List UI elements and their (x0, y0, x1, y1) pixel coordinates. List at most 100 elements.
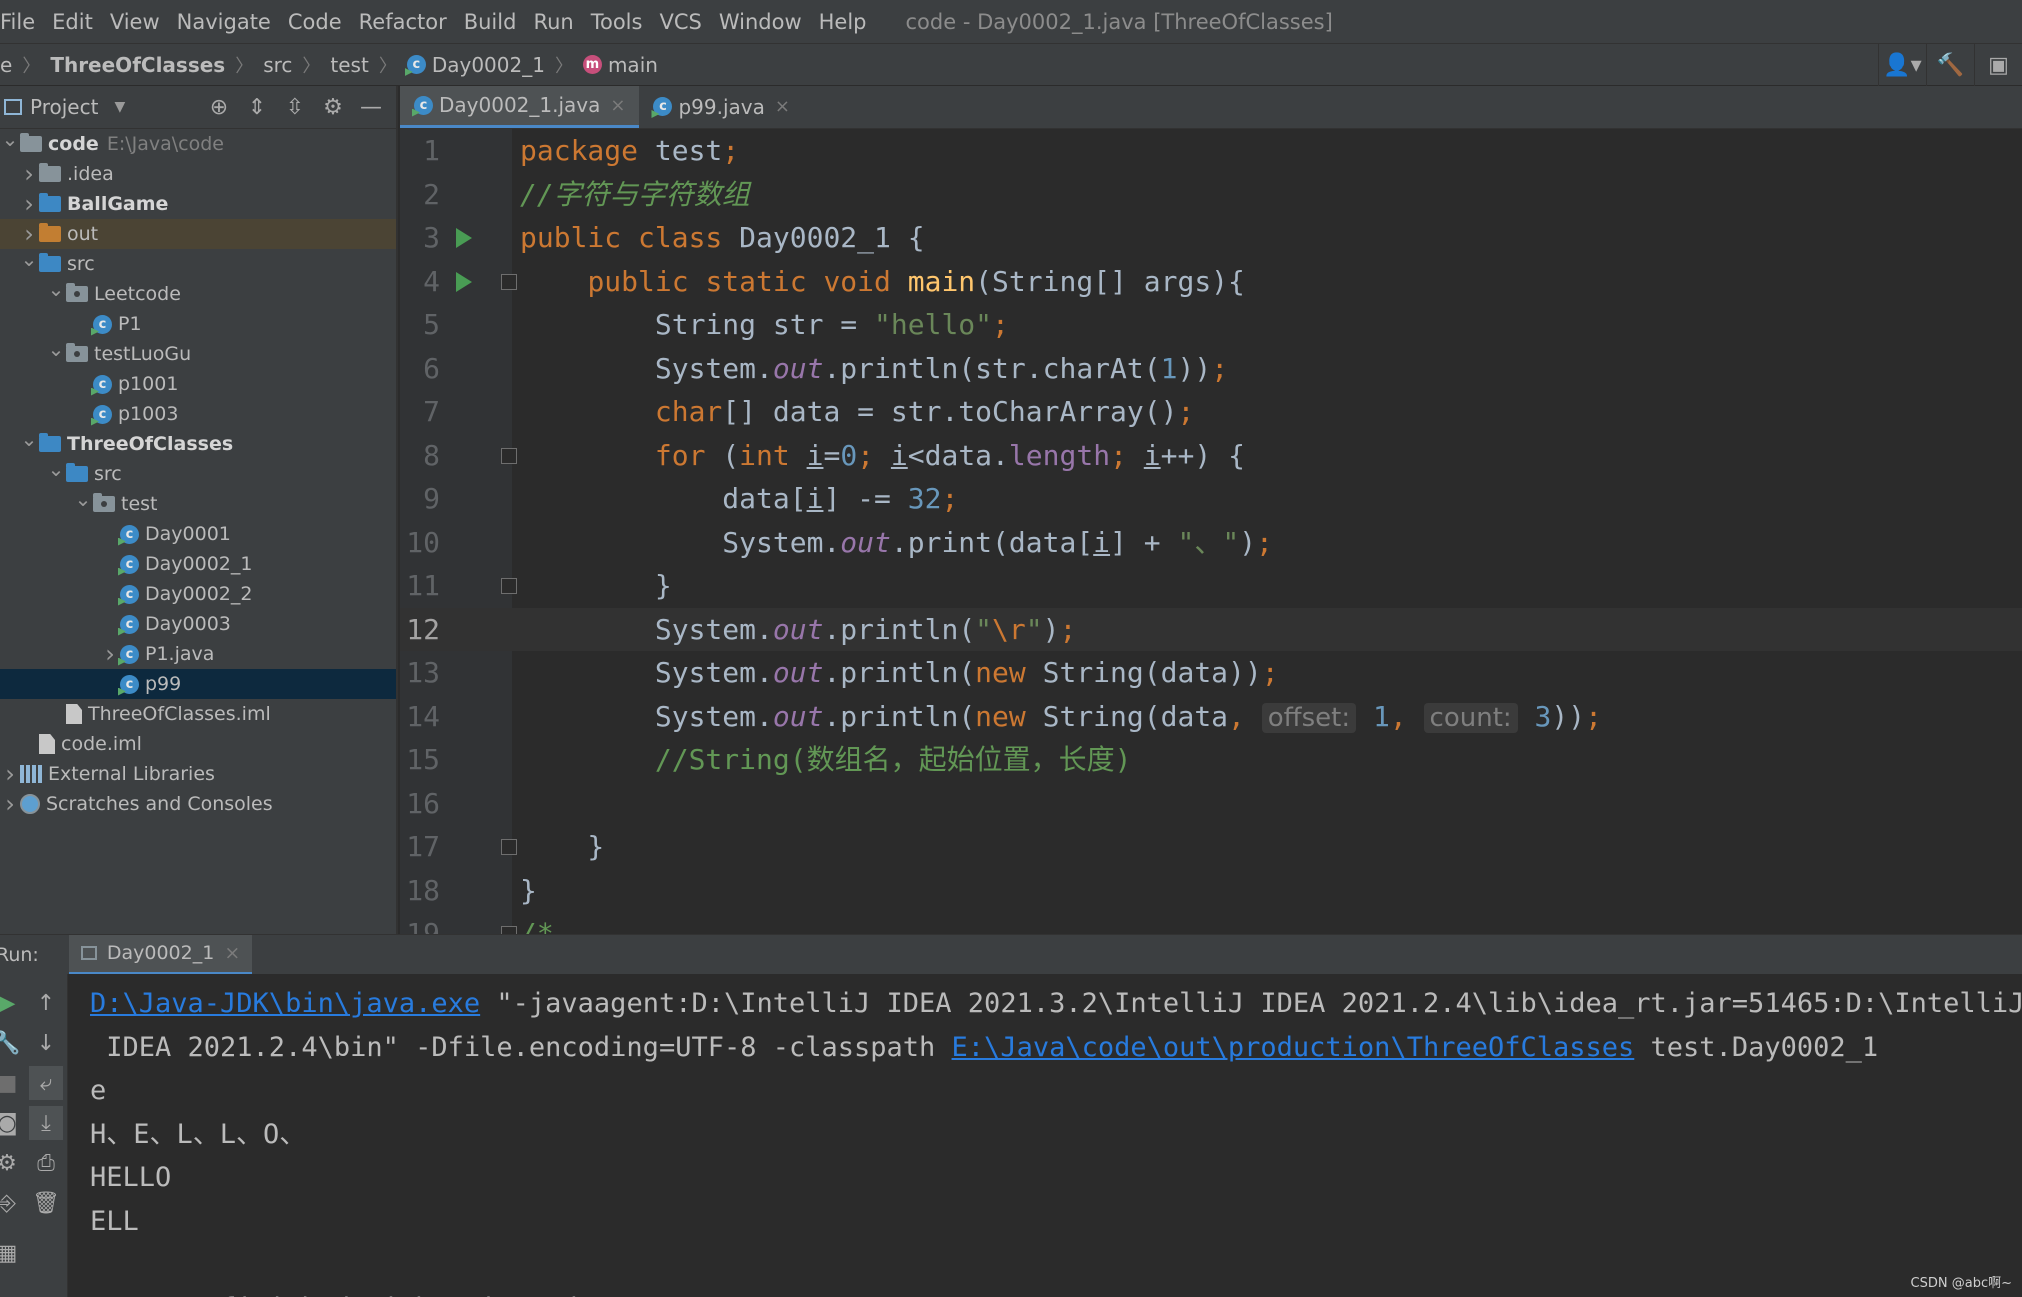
tree-item[interactable]: ⌄ ThreeOfClasses (0, 427, 396, 459)
breadcrumb-method[interactable]: m main (582, 53, 658, 77)
tree-item[interactable]: › c P1.java (0, 639, 396, 669)
console-link[interactable]: D:\Java-JDK\bin\java.exe (90, 988, 480, 1019)
tree-item[interactable]: ⌄ code E:\Java\code (0, 127, 396, 159)
build-hammer-icon[interactable]: 🔨 (1926, 44, 1974, 87)
gear-icon[interactable]: ⚙ (314, 95, 352, 120)
menu-file[interactable]: File (0, 10, 44, 34)
run-tab[interactable]: Day0002_1 × (68, 934, 253, 975)
expand-all-icon[interactable]: ⇕ (238, 95, 276, 120)
chevron-down-icon[interactable]: ⌄ (46, 277, 66, 301)
collapse-all-icon[interactable]: ⇳ (276, 95, 314, 120)
tree-item[interactable]: ›cDay0003 (0, 609, 396, 639)
close-icon[interactable]: × (775, 96, 790, 117)
chevron-right-icon[interactable]: › (0, 790, 20, 818)
fold-marker-icon[interactable] (501, 839, 517, 855)
tree-item[interactable]: ›cP1 (0, 309, 396, 339)
fold-marker-icon[interactable] (501, 926, 517, 934)
tree-item[interactable]: › External Libraries (0, 759, 396, 789)
console-link[interactable]: E:\Java\code\out\production\ThreeOfClass… (952, 1032, 1635, 1063)
breadcrumb-lead[interactable]: e (0, 53, 12, 77)
menu-refactor[interactable]: Refactor (351, 10, 456, 34)
menu-help[interactable]: Help (811, 10, 876, 34)
fold-marker-icon[interactable] (501, 447, 517, 464)
breadcrumb-src[interactable]: src (263, 53, 292, 77)
up-arrow-icon[interactable]: ↑ (29, 986, 63, 1020)
tree-item[interactable]: ›cp1001 (0, 369, 396, 399)
chevron-down-icon[interactable]: ⌄ (19, 247, 39, 271)
stop-icon[interactable]: ■ (0, 1066, 24, 1100)
menu-navigate[interactable]: Navigate (169, 10, 280, 34)
editor-tab[interactable]: c p99.java × (639, 86, 804, 128)
chevron-down-icon[interactable]: ⌄ (19, 427, 39, 451)
rerun-icon[interactable]: ▶ (0, 986, 24, 1020)
fold-marker-icon[interactable] (501, 578, 517, 594)
editor-tab[interactable]: c Day0002_1.java × (400, 86, 640, 128)
tree-item[interactable]: ›cp99 (0, 669, 396, 699)
chevron-down-icon[interactable]: ⌄ (46, 337, 66, 361)
code-token: out (840, 525, 891, 559)
chevron-right-icon[interactable]: › (19, 190, 39, 218)
iml-file-icon (66, 704, 82, 724)
down-arrow-icon[interactable]: ↓ (29, 1026, 63, 1060)
chevron-right-icon[interactable]: › (0, 760, 20, 788)
close-icon[interactable]: × (224, 942, 240, 964)
menu-edit[interactable]: Edit (44, 10, 102, 34)
menu-code[interactable]: Code (280, 10, 351, 34)
code-token: [] data = str.toCharArray() (722, 395, 1178, 428)
breadcrumb-project[interactable]: ThreeOfClasses (50, 53, 225, 77)
project-structure-icon[interactable]: ▣ (1974, 44, 2022, 87)
tree-item[interactable]: ›cDay0002_2 (0, 579, 396, 609)
chevron-down-icon[interactable]: ⌄ (73, 487, 93, 511)
tree-item[interactable]: ›ThreeOfClasses.iml (0, 699, 396, 729)
exit-icon[interactable]: ⎆ (0, 1186, 24, 1220)
line-number: 1 (423, 134, 440, 167)
chevron-down-icon[interactable]: ⌄ (46, 457, 66, 481)
close-icon[interactable]: × (610, 95, 625, 116)
tree-item[interactable]: › Scratches and Consoles (0, 789, 396, 819)
menu-run[interactable]: Run (525, 10, 582, 34)
tree-item[interactable]: ⌄ Leetcode (0, 277, 396, 309)
menu-vcs[interactable]: VCS (651, 10, 710, 34)
line-number: 16 (406, 786, 440, 820)
tree-item[interactable]: ⌄ testLuoGu (0, 337, 396, 369)
chevron-down-icon[interactable]: ⌄ (0, 127, 20, 151)
menu-view[interactable]: View (102, 10, 169, 34)
hide-icon[interactable]: — (352, 95, 390, 120)
camera-icon[interactable]: ◙ (0, 1106, 24, 1140)
code-token: ] -= (823, 482, 908, 515)
locate-file-icon[interactable]: ⊕ (200, 95, 238, 120)
user-account-icon[interactable]: 👤▾ (1878, 44, 1926, 87)
trash-icon[interactable]: 🗑 (29, 1186, 63, 1220)
run-console[interactable]: D:\Java-JDK\bin\java.exe "-javaagent:D:\… (68, 974, 2022, 1297)
soft-wrap-icon[interactable]: ⤶ (29, 1066, 63, 1100)
breadcrumb-package[interactable]: test (330, 53, 368, 77)
menu-window[interactable]: Window (711, 10, 811, 34)
menu-tools[interactable]: Tools (583, 10, 652, 34)
project-view-selector[interactable]: Project ▼ (0, 95, 125, 119)
tree-item[interactable]: ›cDay0002_1 (0, 549, 396, 579)
chevron-right-icon[interactable]: › (19, 160, 39, 188)
chevron-right-icon[interactable]: › (100, 640, 120, 668)
run-gutter-icon[interactable] (456, 228, 472, 248)
settings-icon[interactable]: ⚙ (0, 1146, 24, 1180)
code-editor[interactable]: 1 package test; 2 //字符与字符数组 3 public class Da… (400, 129, 2022, 934)
tree-item[interactable]: ›cp1003 (0, 399, 396, 429)
breadcrumb-class[interactable]: c Day0002_1 (406, 53, 545, 77)
tree-item[interactable]: ⌄ src (0, 457, 396, 489)
tree-item[interactable]: › .idea (0, 159, 396, 189)
scroll-to-end-icon[interactable]: ⤓ (29, 1106, 63, 1140)
menu-build[interactable]: Build (456, 10, 526, 34)
fold-marker-icon[interactable] (501, 273, 517, 290)
layout-icon[interactable]: ▦ (0, 1236, 24, 1270)
wrench-icon[interactable]: 🔧 (0, 1026, 24, 1060)
chevron-right-icon[interactable]: › (19, 220, 39, 248)
run-gutter-icon[interactable] (456, 271, 472, 292)
code-line: 18} (400, 869, 2022, 913)
tree-item[interactable]: ›cDay0001 (0, 519, 396, 549)
tree-item[interactable]: ⌄ src (0, 247, 396, 279)
tree-item[interactable]: ⌄ test (0, 487, 396, 519)
tree-item[interactable]: › out (0, 219, 396, 249)
print-icon[interactable]: ⎙ (29, 1146, 63, 1180)
tree-item[interactable]: › BallGame (0, 189, 396, 219)
tree-item[interactable]: ›code.iml (0, 729, 396, 759)
